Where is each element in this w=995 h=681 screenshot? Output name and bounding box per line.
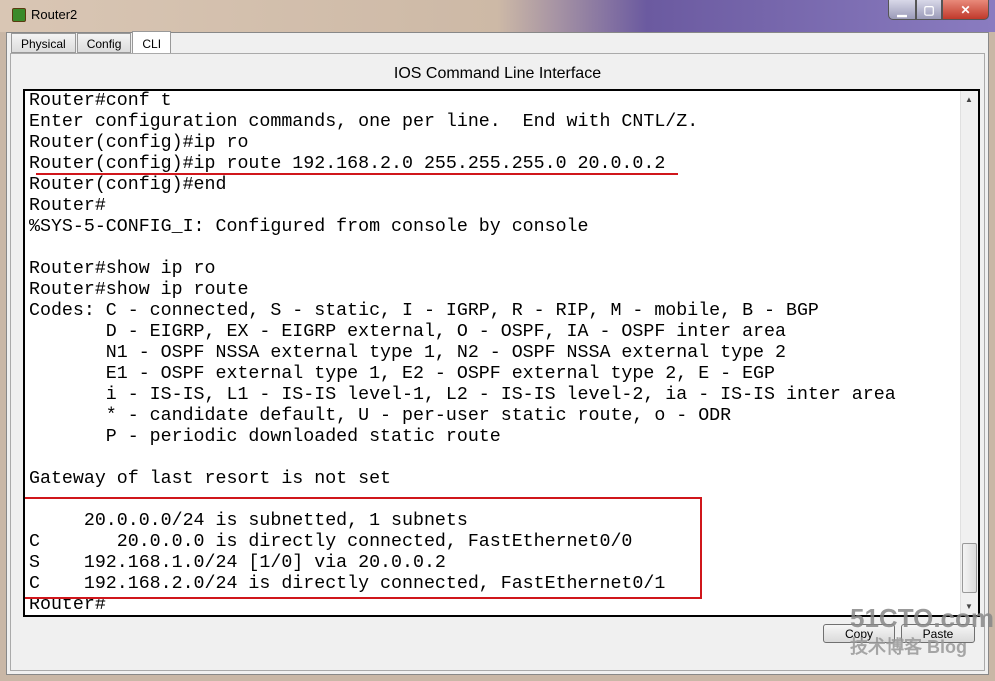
terminal-line: Gateway of last resort is not set	[29, 469, 392, 489]
maximize-button[interactable]: ▢	[916, 0, 942, 20]
watermark-logo: 51CTO.com 技术博客 Blog	[850, 603, 995, 657]
terminal-output[interactable]: Router#conf t Enter configuration command…	[23, 89, 980, 617]
tab-physical[interactable]: Physical	[11, 33, 76, 53]
tab-cli[interactable]: CLI	[132, 31, 172, 53]
terminal-line: Router#	[29, 196, 106, 216]
terminal-line: %SYS-5-CONFIG_I: Configured from console…	[29, 217, 589, 237]
terminal-line: Codes: C - connected, S - static, I - IG…	[29, 301, 819, 321]
highlight-underline	[36, 173, 678, 175]
terminal-line: i - IS-IS, L1 - IS-IS level-1, L2 - IS-I…	[29, 385, 896, 405]
terminal-line: * - candidate default, U - per-user stat…	[29, 406, 732, 426]
minimize-button[interactable]: ▁	[888, 0, 916, 20]
tab-config[interactable]: Config	[76, 33, 132, 53]
terminal-line: P - periodic downloaded static route	[29, 427, 501, 447]
terminal-line: Router(config)#end	[29, 175, 227, 195]
title-bar: Router2 ▁ ▢ ✕	[0, 0, 995, 32]
cli-panel: IOS Command Line Interface Router#conf t…	[10, 53, 985, 671]
terminal-line: D - EIGRP, EX - EIGRP external, O - OSPF…	[29, 322, 786, 342]
cli-heading: IOS Command Line Interface	[393, 65, 602, 82]
router-app-icon	[12, 8, 26, 22]
scrollbar-thumb[interactable]	[962, 543, 977, 593]
tab-bar: Physical Config CLI	[11, 31, 172, 53]
router-window: Physical Config CLI IOS Command Line Int…	[6, 31, 989, 675]
highlight-box	[25, 497, 702, 599]
terminal-line: E1 - OSPF external type 1, E2 - OSPF ext…	[29, 364, 775, 384]
terminal-line: Router#show ip ro	[29, 259, 216, 279]
terminal-line: Router#conf t	[29, 91, 172, 111]
terminal-line: Router(config)#ip route 192.168.2.0 255.…	[29, 154, 666, 174]
terminal-line: Router(config)#ip ro	[29, 133, 249, 153]
terminal-line: Router#show ip route	[29, 280, 249, 300]
window-title: Router2	[31, 7, 78, 22]
scroll-up-arrow-icon[interactable]: ▲	[965, 95, 973, 104]
close-button[interactable]: ✕	[942, 0, 989, 20]
terminal-line: N1 - OSPF NSSA external type 1, N2 - OSP…	[29, 343, 786, 363]
scrollbar[interactable]: ▲ ▼	[960, 91, 978, 615]
terminal-line: Enter configuration commands, one per li…	[29, 112, 699, 132]
